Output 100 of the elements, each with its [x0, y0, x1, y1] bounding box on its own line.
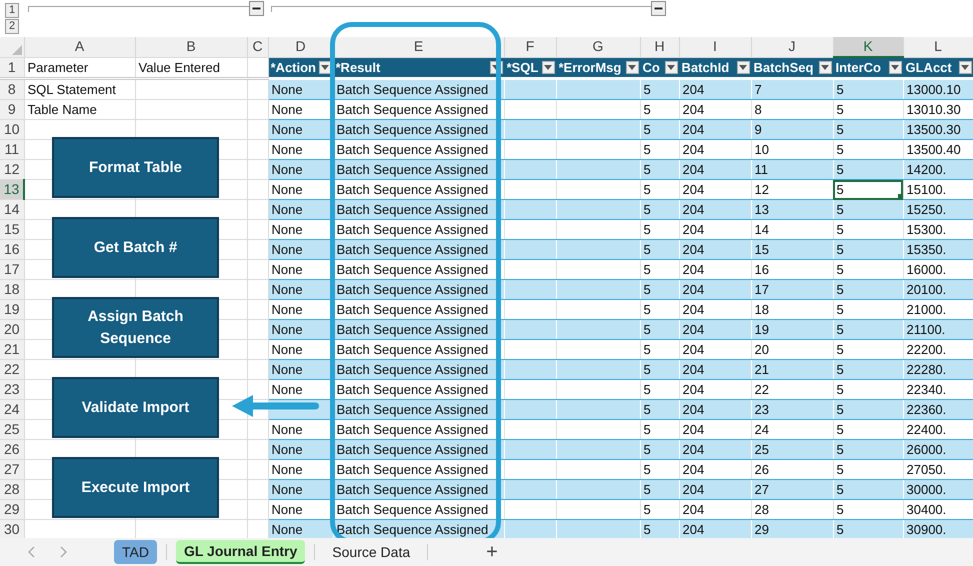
- table-cell: Batch Sequence Assigned: [333, 400, 504, 420]
- filter-button[interactable]: [542, 60, 554, 74]
- sheet-tab[interactable]: Source Data: [324, 540, 418, 564]
- collapse-button[interactable]: [249, 1, 264, 16]
- table-cell: 5: [833, 200, 903, 220]
- dropdown-arrow-icon[interactable]: [544, 64, 552, 70]
- table-cell: 5: [640, 360, 679, 380]
- column-header[interactable]: D: [268, 37, 333, 57]
- row-header[interactable]: 23: [0, 380, 24, 400]
- table-cell: 204: [679, 480, 751, 500]
- macro-button[interactable]: Assign Batch Sequence: [52, 297, 219, 358]
- column-header[interactable]: E: [333, 37, 504, 57]
- row-header[interactable]: 1: [0, 57, 24, 78]
- table-cell: 5: [640, 160, 679, 180]
- row-header[interactable]: 24: [0, 400, 24, 420]
- table-cell: 21: [751, 360, 833, 380]
- table-cell: Value Entered: [135, 57, 247, 78]
- filter-button[interactable]: [818, 60, 832, 74]
- table-cell: 21100.: [903, 320, 973, 340]
- row-header[interactable]: 20: [0, 320, 24, 340]
- row-header[interactable]: 28: [0, 480, 24, 500]
- table-cell: 204: [679, 320, 751, 340]
- filter-button[interactable]: [958, 60, 972, 74]
- row-header[interactable]: 15: [0, 220, 24, 240]
- row-header[interactable]: 10: [0, 120, 24, 140]
- column-heading: GLAcct: [906, 58, 953, 76]
- row-header[interactable]: 11: [0, 140, 24, 160]
- table-cell: 204: [679, 240, 751, 260]
- add-sheet-button[interactable]: +: [482, 540, 502, 564]
- dropdown-arrow-icon[interactable]: [628, 64, 636, 70]
- column-header[interactable]: H: [640, 37, 679, 57]
- row-header[interactable]: 26: [0, 440, 24, 460]
- filter-button[interactable]: [664, 60, 678, 74]
- table-cell: 17: [751, 280, 833, 300]
- table-cell: Batch Sequence Assigned: [333, 280, 504, 300]
- row-header[interactable]: 13: [0, 180, 24, 200]
- dropdown-arrow-icon[interactable]: [739, 64, 747, 70]
- outline-level-button[interactable]: 1: [5, 3, 19, 18]
- dropdown-arrow-icon[interactable]: [321, 64, 329, 70]
- table-cell: Batch Sequence Assigned: [333, 440, 504, 460]
- filter-button[interactable]: [736, 60, 750, 74]
- table-cell: 22360.: [903, 400, 973, 420]
- column-header[interactable]: G: [556, 37, 640, 57]
- table-cell: 5: [640, 240, 679, 260]
- table-cell: 13: [751, 200, 833, 220]
- table-cell: 22280.: [903, 360, 973, 380]
- row-header[interactable]: 18: [0, 280, 24, 300]
- table-cell: 5: [640, 400, 679, 420]
- row-header[interactable]: 14: [0, 200, 24, 220]
- filter-button[interactable]: [888, 61, 902, 74]
- row-header[interactable]: 21: [0, 340, 24, 360]
- row-header[interactable]: 16: [0, 240, 24, 260]
- row-header[interactable]: 19: [0, 300, 24, 320]
- row-header[interactable]: 27: [0, 460, 24, 480]
- filter-button[interactable]: [318, 60, 332, 74]
- dropdown-arrow-icon[interactable]: [891, 65, 899, 70]
- row-header[interactable]: 22: [0, 360, 24, 380]
- column-header[interactable]: L: [903, 37, 973, 57]
- outline-level-button[interactable]: 2: [5, 19, 19, 34]
- row-header[interactable]: 30: [0, 520, 24, 540]
- column-header[interactable]: J: [751, 37, 833, 57]
- column-header[interactable]: F: [504, 37, 556, 57]
- collapse-button[interactable]: [651, 1, 666, 16]
- table-cell: SQL Statement: [24, 78, 135, 100]
- column-heading: BatchId: [682, 58, 730, 76]
- table-cell: 204: [679, 400, 751, 420]
- row-header[interactable]: 25: [0, 420, 24, 440]
- filter-button[interactable]: [626, 60, 638, 74]
- column-heading: BatchSeq: [754, 58, 814, 76]
- table-cell: 5: [833, 160, 903, 180]
- column-heading: *SQL: [506, 58, 540, 76]
- row-header[interactable]: 9: [0, 100, 24, 120]
- column-header[interactable]: C: [247, 37, 268, 57]
- dropdown-arrow-icon[interactable]: [821, 64, 829, 70]
- sheet-tab[interactable]: TAD: [114, 540, 157, 564]
- macro-button[interactable]: Validate Import: [52, 377, 219, 438]
- column-heading: Co: [642, 58, 661, 76]
- dropdown-arrow-icon[interactable]: [667, 64, 675, 70]
- table-cell: 204: [679, 160, 751, 180]
- sheet-tab[interactable]: GL Journal Entry: [176, 540, 306, 564]
- column-header[interactable]: K: [833, 37, 903, 57]
- table-cell: Batch Sequence Assigned: [333, 240, 504, 260]
- row-header[interactable]: 29: [0, 500, 24, 520]
- table-cell: 19: [751, 320, 833, 340]
- dropdown-arrow-icon[interactable]: [961, 64, 969, 70]
- column-header[interactable]: B: [135, 37, 247, 57]
- row-header[interactable]: 8: [0, 78, 24, 100]
- column-header[interactable]: I: [679, 37, 751, 57]
- table-cell: 5: [833, 480, 903, 500]
- table-cell: 204: [679, 200, 751, 220]
- row-header[interactable]: 17: [0, 260, 24, 280]
- row-header[interactable]: 12: [0, 160, 24, 180]
- table-cell: 5: [640, 480, 679, 500]
- table-cell: 5: [640, 120, 679, 140]
- macro-button[interactable]: Get Batch #: [52, 217, 219, 278]
- macro-button[interactable]: Format Table: [52, 137, 219, 198]
- column-header[interactable]: A: [24, 37, 135, 57]
- macro-button[interactable]: Execute Import: [52, 457, 219, 518]
- table-cell: 204: [679, 280, 751, 300]
- table-cell: 23: [751, 400, 833, 420]
